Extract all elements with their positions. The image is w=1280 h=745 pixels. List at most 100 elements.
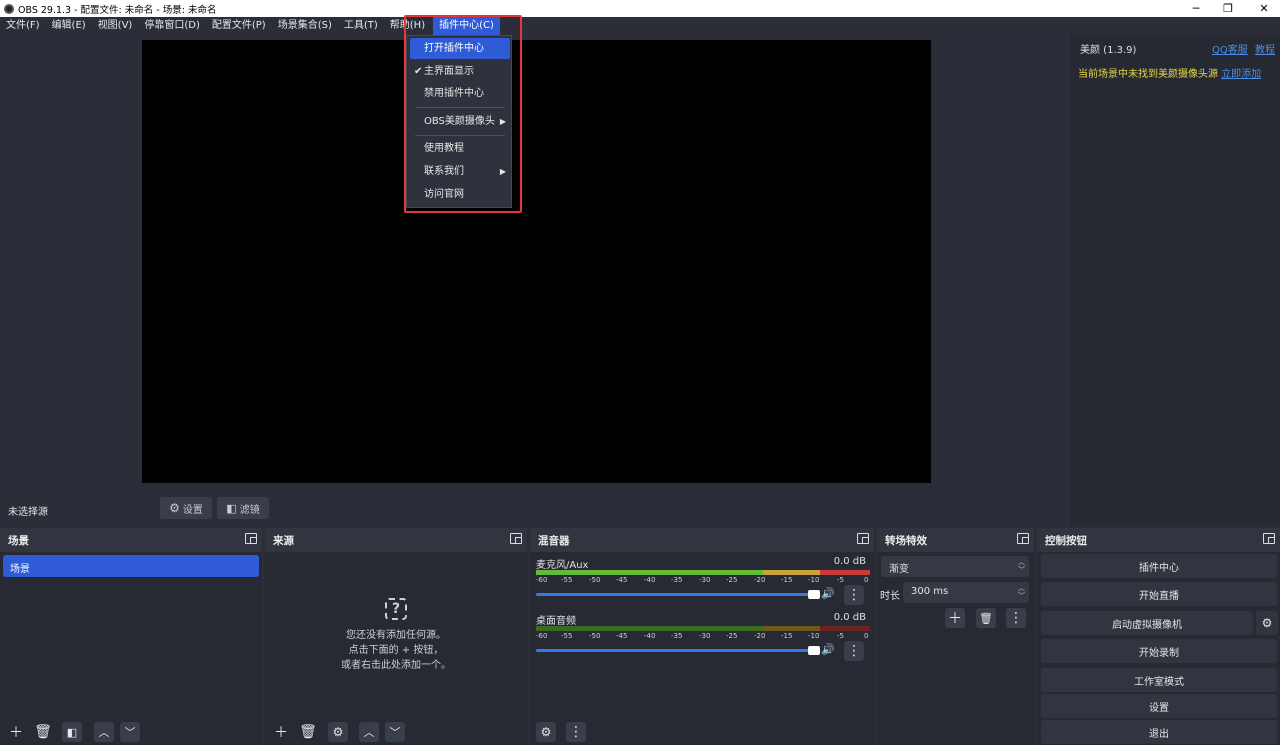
duration-label: 时长 bbox=[880, 591, 900, 602]
close-button[interactable]: ✕ bbox=[1248, 0, 1280, 17]
plus-icon: ＋ bbox=[9, 725, 23, 741]
controls-title: 控制按钮 bbox=[1045, 535, 1087, 547]
menu-view[interactable]: 视图(V) bbox=[92, 17, 139, 35]
remove-source-button[interactable]: 🗑 bbox=[298, 722, 318, 742]
beauty-warning-text: 当前场景中未找到美颜摄像头源 bbox=[1078, 69, 1218, 80]
chevron-down-icon: ﹀ bbox=[389, 726, 401, 739]
transitions-header: 转场特效 bbox=[877, 528, 1034, 552]
transition-menu-button[interactable]: ⋮ bbox=[1006, 608, 1026, 628]
menu-docks[interactable]: 停靠窗口(D) bbox=[138, 17, 206, 35]
desktop-options-button[interactable]: ⋮ bbox=[844, 641, 864, 661]
add-now-link[interactable]: 立即添加 bbox=[1221, 69, 1261, 80]
trash-icon: 🗑 bbox=[34, 724, 52, 740]
virtual-camera-settings-button[interactable]: ⚙ bbox=[1256, 611, 1278, 635]
beauty-warning: 当前场景中未找到美颜摄像头源 立即添加 bbox=[1078, 65, 1261, 80]
tutorial-link[interactable]: 教程 bbox=[1255, 41, 1275, 56]
qq-support-link[interactable]: QQ客服 bbox=[1212, 41, 1248, 56]
scene-list-item[interactable]: 场景 bbox=[3, 555, 259, 577]
settings-button[interactable]: 设置 bbox=[1041, 694, 1277, 718]
menu-profile[interactable]: 配置文件(P) bbox=[206, 17, 272, 35]
source-toolbar: 未选择源 ⚙ 设置 ◧ 滤镜 bbox=[0, 491, 1070, 525]
slider-handle[interactable] bbox=[808, 590, 820, 599]
start-recording-button[interactable]: 开始录制 bbox=[1041, 639, 1277, 663]
dropdown-arrows-icon: ︿ ﹀ bbox=[1018, 558, 1025, 574]
gear-icon: ⚙ bbox=[540, 725, 552, 739]
spinner-arrows-icon[interactable]: ︿ ﹀ bbox=[1018, 584, 1025, 600]
speaker-icon[interactable]: 🔊 bbox=[821, 643, 835, 656]
more-vertical-icon: ⋮ bbox=[1009, 610, 1023, 626]
scene-up-button[interactable]: ︿ bbox=[94, 722, 114, 742]
add-source-button[interactable]: ＋ bbox=[271, 722, 291, 742]
gear-icon: ⚙ bbox=[332, 725, 344, 739]
window-title: OBS 29.1.3 - 配置文件: 未命名 - 场景: 未命名 bbox=[18, 4, 217, 16]
transition-value: 渐变 bbox=[889, 564, 909, 575]
trash-icon: 🗑 bbox=[979, 611, 993, 625]
chevron-down-icon: ﹀ bbox=[124, 726, 136, 739]
scene-filters-button[interactable]: ◧ bbox=[62, 722, 82, 742]
advanced-audio-button[interactable]: ⚙ bbox=[536, 722, 556, 742]
menu-file[interactable]: 文件(F) bbox=[0, 17, 46, 35]
sources-panel: 来源 ? 您还没有添加任何源。 点击下面的 + 按钮， 或者右击此处添加一个。 … bbox=[265, 528, 527, 745]
sources-title: 来源 bbox=[273, 535, 294, 547]
mixer-menu-button[interactable]: ⋮ bbox=[566, 722, 586, 742]
empty-line-1: 您还没有添加任何源。 bbox=[346, 630, 446, 641]
transitions-panel: 转场特效 渐变 ︿ ﹀ 时长 300 ms ︿ ﹀ ＋ 🗑 ⋮ bbox=[877, 528, 1034, 745]
source-settings-button[interactable]: ⚙ 设置 bbox=[160, 497, 212, 519]
slider-handle[interactable] bbox=[808, 646, 820, 655]
sources-empty-state[interactable]: ? 您还没有添加任何源。 点击下面的 + 按钮， 或者右击此处添加一个。 bbox=[265, 598, 527, 673]
controls-panel: 控制按钮 插件中心 开始直播 启动虚拟摄像机 ⚙ 开始录制 工作室模式 设置 退… bbox=[1037, 528, 1280, 745]
plus-icon: ＋ bbox=[948, 611, 962, 627]
empty-line-2: 点击下面的 + 按钮， bbox=[348, 645, 444, 656]
menu-tools[interactable]: 工具(T) bbox=[338, 17, 384, 35]
source-down-button[interactable]: ﹀ bbox=[385, 722, 405, 742]
scenes-header: 场景 bbox=[0, 528, 262, 552]
scenes-title: 场景 bbox=[8, 535, 29, 547]
undock-icon[interactable] bbox=[245, 533, 257, 544]
remove-scene-button[interactable]: 🗑 bbox=[33, 722, 53, 742]
source-up-button[interactable]: ︿ bbox=[359, 722, 379, 742]
channel-db-desktop: 0.0 dB bbox=[833, 612, 866, 623]
undock-icon[interactable] bbox=[510, 533, 522, 544]
preview-canvas[interactable] bbox=[142, 40, 931, 483]
start-streaming-button[interactable]: 开始直播 bbox=[1041, 582, 1277, 606]
undock-icon[interactable] bbox=[1017, 533, 1029, 544]
menu-edit[interactable]: 编辑(E) bbox=[46, 17, 92, 35]
plugin-center-button[interactable]: 插件中心 bbox=[1041, 554, 1277, 578]
channel-name-mic: 麦克风/Aux bbox=[536, 560, 589, 571]
meter-ticks-mic: -60 -55 -50 -45 -40 -35 -30 -25 -20 -15 -10 -5 0 bbox=[536, 576, 869, 584]
menu-bar: 文件(F) 编辑(E) 视图(V) 停靠窗口(D) 配置文件(P) 场景集合(S… bbox=[0, 17, 1280, 35]
add-scene-button[interactable]: ＋ bbox=[6, 722, 26, 742]
filter-icon: ◧ bbox=[66, 725, 78, 739]
source-settings-label: 设置 bbox=[182, 504, 203, 516]
source-filters-label: 滤镜 bbox=[239, 504, 260, 516]
volume-meter-mic bbox=[536, 570, 870, 575]
transitions-title: 转场特效 bbox=[885, 535, 927, 547]
source-properties-button[interactable]: ⚙ bbox=[328, 722, 348, 742]
volume-slider-desktop[interactable] bbox=[536, 646, 820, 655]
mixer-header: 混音器 bbox=[530, 528, 874, 552]
undock-icon[interactable] bbox=[857, 533, 869, 544]
minimize-button[interactable]: ─ bbox=[1180, 0, 1212, 17]
empty-line-3: 或者右击此处添加一个。 bbox=[341, 660, 451, 671]
highlight-annotation bbox=[404, 15, 522, 213]
title-bar: OBS 29.1.3 - 配置文件: 未命名 - 场景: 未命名 ─ ❐ ✕ bbox=[0, 0, 1280, 17]
maximize-button[interactable]: ❐ bbox=[1212, 0, 1244, 17]
scene-down-button[interactable]: ﹀ bbox=[120, 722, 140, 742]
volume-slider-mic[interactable] bbox=[536, 590, 820, 599]
channel-db-mic: 0.0 dB bbox=[833, 556, 866, 567]
beauty-dock: 美颜 (1.3.9) QQ客服 教程 当前场景中未找到美颜摄像头源 立即添加 bbox=[1070, 35, 1280, 525]
menu-scene-collection[interactable]: 场景集合(S) bbox=[272, 17, 338, 35]
add-transition-button[interactable]: ＋ bbox=[945, 608, 965, 628]
plus-icon: ＋ bbox=[274, 725, 288, 741]
remove-transition-button[interactable]: 🗑 bbox=[976, 608, 996, 628]
studio-mode-button[interactable]: 工作室模式 bbox=[1041, 668, 1277, 692]
speaker-icon[interactable]: 🔊 bbox=[821, 587, 835, 600]
exit-button[interactable]: 退出 bbox=[1041, 720, 1277, 744]
gear-icon: ⚙ bbox=[1261, 616, 1273, 630]
transition-select[interactable]: 渐变 ︿ ﹀ bbox=[881, 556, 1029, 577]
mic-options-button[interactable]: ⋮ bbox=[844, 585, 864, 605]
undock-icon[interactable] bbox=[1263, 533, 1275, 544]
duration-input[interactable]: 300 ms ︿ ﹀ bbox=[903, 582, 1029, 603]
source-filters-button[interactable]: ◧ 滤镜 bbox=[217, 497, 269, 519]
start-virtual-camera-button[interactable]: 启动虚拟摄像机 bbox=[1041, 611, 1253, 635]
